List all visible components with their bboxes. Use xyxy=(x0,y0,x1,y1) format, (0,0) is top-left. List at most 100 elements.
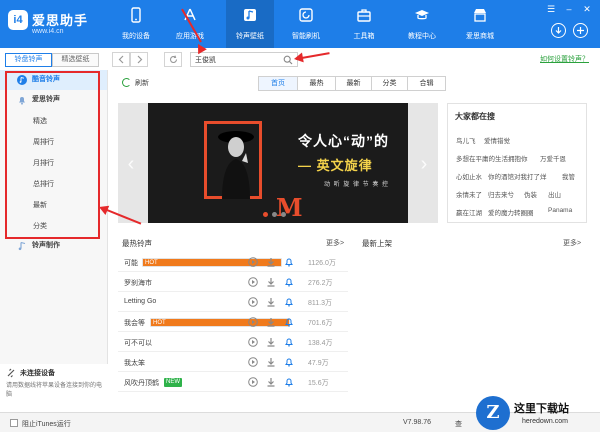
refresh-icon xyxy=(122,78,131,87)
search-input[interactable] xyxy=(195,54,279,65)
hot-keyword[interactable]: 万爱千恩 xyxy=(540,153,566,163)
tab-i4-shop[interactable]: 爱思商城 xyxy=(456,0,504,48)
block-itunes-checkbox[interactable] xyxy=(10,419,18,427)
banner-next-icon[interactable]: › xyxy=(416,151,432,177)
tab-label: 应用游戏 xyxy=(176,33,204,40)
download-icon[interactable] xyxy=(266,257,276,267)
search-icon[interactable] xyxy=(283,55,293,65)
hot-keyword[interactable]: 心如止水 xyxy=(456,171,482,181)
phone-icon xyxy=(131,7,141,23)
play-icon[interactable] xyxy=(248,317,258,327)
subtab-wallpapers[interactable]: 精选壁纸 xyxy=(52,53,99,67)
add-button[interactable] xyxy=(573,23,588,38)
download-icon[interactable] xyxy=(266,337,276,347)
watermark: Z 这里下载站 heredown.com xyxy=(476,396,600,432)
download-button[interactable] xyxy=(551,23,566,38)
hot-keyword[interactable]: 多想在平庸的生活拥抱你 xyxy=(456,153,528,163)
banner-letter: M xyxy=(276,193,303,222)
table-row[interactable]: 可不可以 138.4万 xyxy=(118,332,348,352)
download-icon[interactable] xyxy=(266,297,276,307)
menu-icon[interactable]: ☰ xyxy=(544,4,558,14)
reload-button[interactable] xyxy=(164,52,182,67)
shop-icon xyxy=(474,9,486,22)
banner-dot[interactable] xyxy=(263,212,268,217)
how-to-set-ringtone-link[interactable]: 如何设置铃声？ xyxy=(540,54,589,64)
table-row[interactable]: 罗刹海市 276.2万 xyxy=(118,272,348,292)
device-status-title: 未连接设备 xyxy=(20,370,55,377)
ringtone-name: 我太笨 xyxy=(124,360,145,367)
version-label: V7.98.76 xyxy=(403,419,432,426)
banner-dot[interactable] xyxy=(272,212,277,217)
reload-icon xyxy=(169,55,178,63)
ringtone-name: 我会等 xyxy=(124,320,145,327)
hottest-more-link[interactable]: 更多> xyxy=(326,238,344,248)
hot-keyword[interactable]: 我管 xyxy=(562,171,575,181)
hot-keyword[interactable]: 爱的魔力转圈圈 xyxy=(488,207,534,217)
tab-hottest[interactable]: 最热 xyxy=(298,76,336,91)
table-row[interactable]: 可能 HOT 1126.0万 xyxy=(118,252,348,272)
check-update-label[interactable]: 查 xyxy=(455,419,462,429)
sidebar-item-ringtone-maker[interactable]: 铃声制作 xyxy=(0,236,107,256)
play-count: 276.2万 xyxy=(308,280,333,287)
hot-keyword[interactable]: 伪装 xyxy=(524,189,537,199)
hot-keyword[interactable]: 赢在江湖 xyxy=(456,207,482,217)
download-icon[interactable] xyxy=(266,277,276,287)
tab-category[interactable]: 分类 xyxy=(372,76,408,91)
hot-keyword[interactable]: Panama xyxy=(548,207,572,214)
tab-collections[interactable]: 合辑 xyxy=(408,76,446,91)
banner-dot[interactable] xyxy=(281,212,286,217)
device-status-desc: 请用数据线将苹果设备连接到你的电脑 xyxy=(6,383,103,398)
hot-keyword[interactable]: 你的酒馆对我打了烊 xyxy=(488,171,547,181)
tab-tutorial-center[interactable]: 教程中心 xyxy=(398,0,446,48)
watermark-en: heredown.com xyxy=(522,418,568,425)
play-icon[interactable] xyxy=(248,277,258,287)
tab-label: 爱思商城 xyxy=(466,33,494,40)
download-icon[interactable] xyxy=(266,357,276,367)
set-ringtone-bell-icon[interactable] xyxy=(284,297,294,307)
banner-tagline: 动 听 旋 律 节 奏 控 xyxy=(324,182,390,188)
tab-my-device[interactable]: 我的设备 xyxy=(112,0,160,48)
play-icon[interactable] xyxy=(248,337,258,347)
table-row[interactable]: 风吹丹顶鹤 NEW 15.6万 xyxy=(118,372,348,392)
minimize-icon[interactable]: – xyxy=(562,4,576,14)
hot-keyword[interactable]: 鸟儿飞 xyxy=(456,135,476,145)
banner-slide: 令人心“动”的 — 英文旋律 动 听 旋 律 节 奏 控 M xyxy=(148,103,408,223)
set-ringtone-bell-icon[interactable] xyxy=(284,317,294,327)
block-itunes-label: 阻止iTunes运行 xyxy=(22,421,71,428)
table-row[interactable]: Letting Go 811.3万 xyxy=(118,292,348,312)
tab-home[interactable]: 首页 xyxy=(258,76,298,91)
tab-toolbox[interactable]: 工具箱 xyxy=(340,0,388,48)
play-icon[interactable] xyxy=(248,377,258,387)
hot-keyword[interactable]: 余情未了 xyxy=(456,189,482,199)
subtab-ringtones[interactable]: 铃盘铃声 xyxy=(5,53,52,67)
play-icon[interactable] xyxy=(248,357,258,367)
tab-smart-flash[interactable]: 智能刷机 xyxy=(282,0,330,48)
watermark-cn: 这里下载站 xyxy=(514,403,569,415)
toolbox-icon xyxy=(357,9,371,22)
play-icon[interactable] xyxy=(248,257,258,267)
set-ringtone-bell-icon[interactable] xyxy=(284,357,294,367)
forward-button[interactable] xyxy=(130,52,148,67)
hot-keyword[interactable]: 归去来兮 xyxy=(488,189,514,199)
back-button[interactable] xyxy=(112,52,130,67)
hot-keyword[interactable]: 出山 xyxy=(548,189,561,199)
play-icon[interactable] xyxy=(248,297,258,307)
set-ringtone-bell-icon[interactable] xyxy=(284,337,294,347)
set-ringtone-bell-icon[interactable] xyxy=(284,257,294,267)
newest-more-link[interactable]: 更多> xyxy=(563,238,581,248)
close-icon[interactable]: ✕ xyxy=(580,4,594,14)
download-icon[interactable] xyxy=(266,317,276,327)
link-off-icon xyxy=(7,368,15,378)
table-row[interactable]: 我太笨 47.9万 xyxy=(118,352,348,372)
hot-search-title: 大家都在搜 xyxy=(455,112,495,121)
hot-keyword[interactable]: 爱情错觉 xyxy=(484,135,510,145)
table-row[interactable]: 我会等 HOT 701.6万 xyxy=(118,312,348,332)
tab-newest[interactable]: 最新 xyxy=(336,76,372,91)
banner-prev-icon[interactable]: ‹ xyxy=(123,151,139,177)
set-ringtone-bell-icon[interactable] xyxy=(284,377,294,387)
download-icon[interactable] xyxy=(266,377,276,387)
tab-ringtones-wallpapers[interactable]: 铃声壁纸 xyxy=(226,0,274,48)
play-count: 701.6万 xyxy=(308,320,333,327)
featured-banner[interactable]: 令人心“动”的 — 英文旋律 动 听 旋 律 节 奏 控 M ‹ › xyxy=(118,103,438,223)
set-ringtone-bell-icon[interactable] xyxy=(284,277,294,287)
